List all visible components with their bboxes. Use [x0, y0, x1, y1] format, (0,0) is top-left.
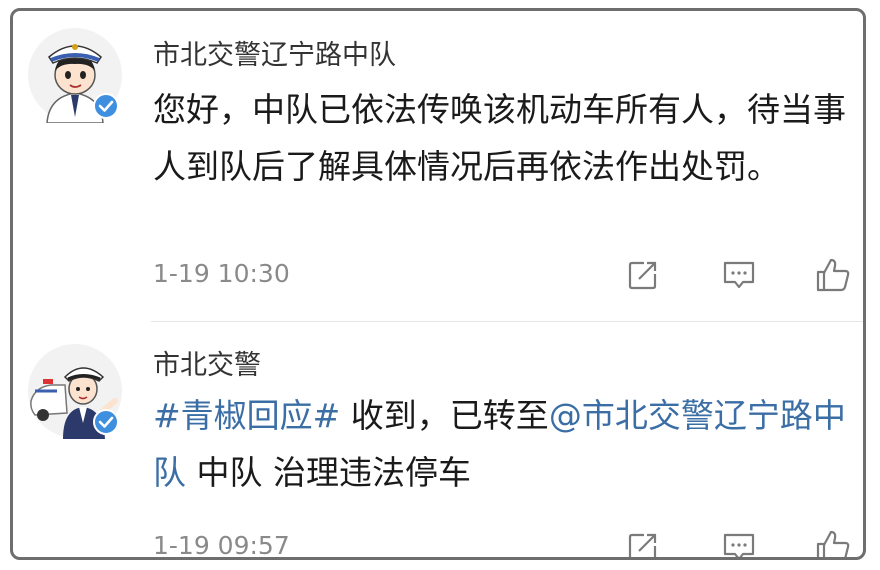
hashtag-link[interactable]: #青椒回应# — [153, 396, 340, 435]
thumbs-up-icon — [816, 530, 850, 557]
author-name[interactable]: 市北交警 — [153, 343, 261, 382]
like-button[interactable] — [813, 255, 853, 295]
verified-badge-icon — [93, 93, 119, 119]
comment-text: 您好，中队已依法传唤该机动车所有人，待当事人到队后了解具体情况后再依法作出处罚。 — [153, 90, 846, 186]
comment-text-part: 收到，已转至 — [340, 396, 549, 435]
comment-divider — [151, 321, 863, 322]
verified-badge-icon — [93, 409, 119, 435]
share-icon — [628, 261, 657, 290]
comment-icon — [723, 533, 755, 557]
avatar[interactable] — [27, 343, 123, 439]
avatar[interactable] — [27, 27, 123, 124]
like-button[interactable] — [813, 527, 853, 557]
comment-thread: 市北交警辽宁路中队 您好，中队已依法传唤该机动车所有人，待当事人到队后了解具体情… — [10, 8, 866, 560]
comment-button[interactable] — [719, 255, 759, 295]
share-icon — [628, 533, 657, 557]
comment-timestamp: 1-19 09:57 — [153, 531, 290, 560]
comment-text: #青椒回应# 收到，已转至@市北交警辽宁路中队 中队 治理违法停车 — [153, 387, 861, 501]
share-button[interactable] — [623, 255, 663, 295]
share-button[interactable] — [623, 527, 663, 557]
comment-icon — [723, 261, 755, 289]
comment-timestamp: 1-19 10:30 — [153, 259, 290, 288]
comment-text-part: 中队 治理违法停车 — [186, 453, 471, 492]
comment-item: 市北交警辽宁路中队 您好，中队已依法传唤该机动车所有人，待当事人到队后了解具体情… — [13, 11, 863, 321]
author-name[interactable]: 市北交警辽宁路中队 — [153, 33, 396, 72]
comment-button[interactable] — [719, 527, 759, 557]
comment-item: 市北交警 #青椒回应# 收到，已转至@市北交警辽宁路中队 中队 治理违法停车 1… — [13, 323, 863, 560]
thumbs-up-icon — [816, 258, 850, 292]
